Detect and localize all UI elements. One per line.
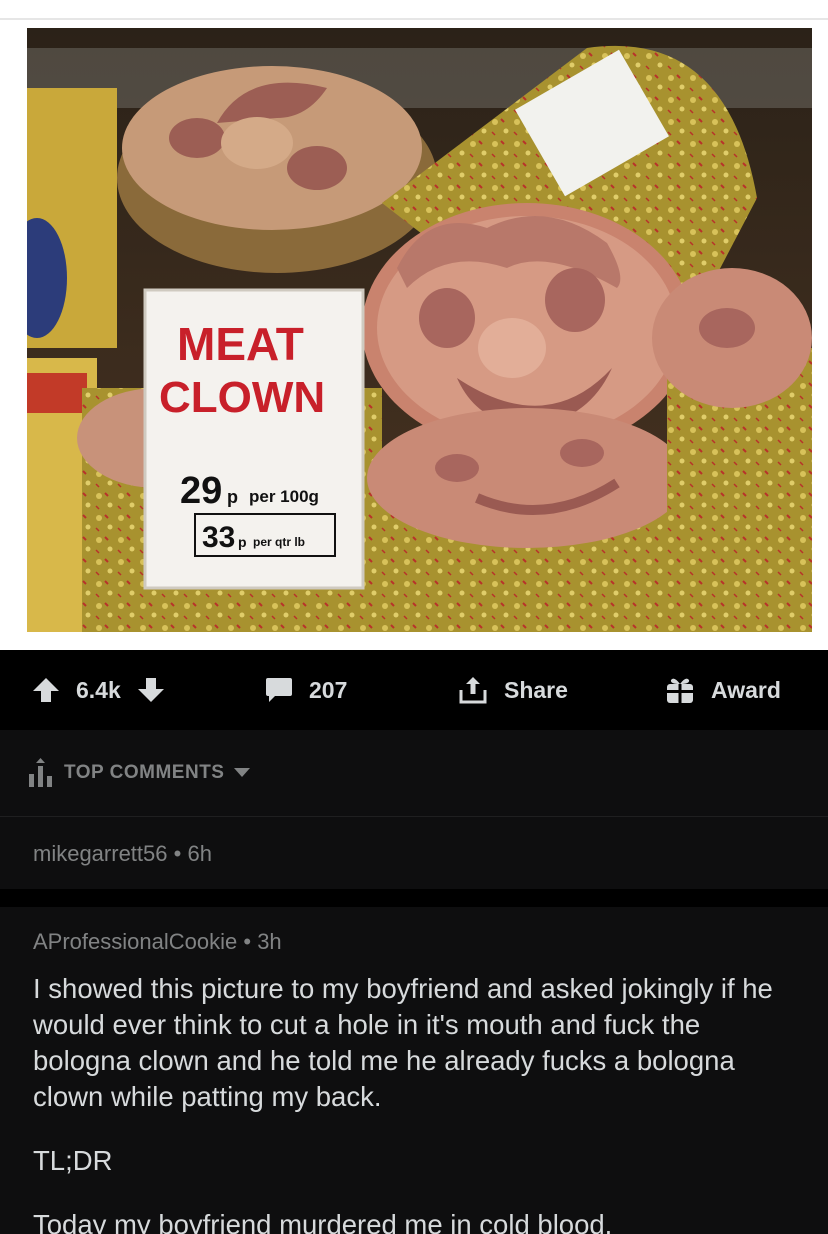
collapsed-comment[interactable]: mikegarrett56 • 6h bbox=[0, 817, 828, 889]
comment-count: 207 bbox=[309, 676, 348, 703]
comment-separator bbox=[0, 889, 828, 907]
comment-paragraph: Today my boyfriend murdered me in cold b… bbox=[33, 1209, 613, 1234]
comment-author[interactable]: mikegarrett56 bbox=[33, 841, 168, 866]
share-upload-icon bbox=[458, 675, 488, 705]
comments-button[interactable]: 207 bbox=[265, 650, 347, 730]
gift-award-icon bbox=[665, 675, 695, 705]
meta-separator: • bbox=[173, 841, 182, 866]
comment-meta: mikegarrett56 • 6h bbox=[33, 841, 212, 867]
comment-age: 3h bbox=[257, 929, 282, 954]
post-image-frame: MEAT CLOWN 29 p per 100g 33 p per qtr lb bbox=[0, 0, 828, 650]
sign-price2-label: per qtr lb bbox=[253, 535, 305, 549]
award-button[interactable]: Award bbox=[665, 650, 781, 730]
price-sign: MEAT CLOWN 29 p per 100g 33 p per qtr lb bbox=[143, 288, 365, 590]
sign-price2-unit: p bbox=[238, 534, 247, 550]
sign-price2: 33 bbox=[202, 521, 235, 554]
upvote-count: 6.4k bbox=[76, 676, 121, 703]
sort-dropdown[interactable]: TOP COMMENTS bbox=[28, 730, 251, 816]
share-button[interactable]: Share bbox=[458, 650, 568, 730]
downvote-arrow-icon[interactable] bbox=[137, 677, 165, 703]
comment-author[interactable]: AProfessionalCookie bbox=[33, 929, 237, 954]
reddit-post-screen: MEAT CLOWN 29 p per 100g 33 p per qtr lb… bbox=[0, 0, 828, 1234]
comment-paragraph: I showed this picture to my boyfriend an… bbox=[33, 973, 773, 1112]
comment-age: 6h bbox=[187, 841, 212, 866]
vote-controls: 6.4k bbox=[32, 650, 165, 730]
comment-paragraph: TL;DR bbox=[33, 1145, 113, 1176]
comment-meta: AProfessionalCookie • 3h bbox=[33, 929, 282, 955]
comment-bubble-icon bbox=[265, 677, 293, 703]
post-action-bar: 6.4k 207 Share Award bbox=[0, 650, 828, 730]
comment: AProfessionalCookie • 3h I showed this p… bbox=[0, 907, 828, 1234]
sign-price1-unit: p bbox=[227, 487, 238, 507]
sign-price1-label: per 100g bbox=[249, 487, 319, 506]
sign-price1: 29 bbox=[180, 470, 222, 512]
award-label: Award bbox=[711, 676, 781, 703]
sign-title-line1: MEAT bbox=[177, 318, 304, 370]
comment-sort-bar: TOP COMMENTS bbox=[0, 730, 828, 817]
sort-label: TOP COMMENTS bbox=[64, 762, 225, 783]
meta-separator: • bbox=[243, 929, 252, 954]
comment-body: I showed this picture to my boyfriend an… bbox=[33, 971, 803, 1234]
post-image[interactable]: MEAT CLOWN 29 p per 100g 33 p per qtr lb bbox=[27, 28, 812, 632]
divider bbox=[0, 18, 828, 20]
sort-bars-icon bbox=[28, 758, 54, 788]
caret-down-icon bbox=[234, 768, 251, 778]
upvote-arrow-icon[interactable] bbox=[32, 677, 60, 703]
sign-title-line2: CLOWN bbox=[159, 373, 325, 422]
share-label: Share bbox=[504, 676, 568, 703]
